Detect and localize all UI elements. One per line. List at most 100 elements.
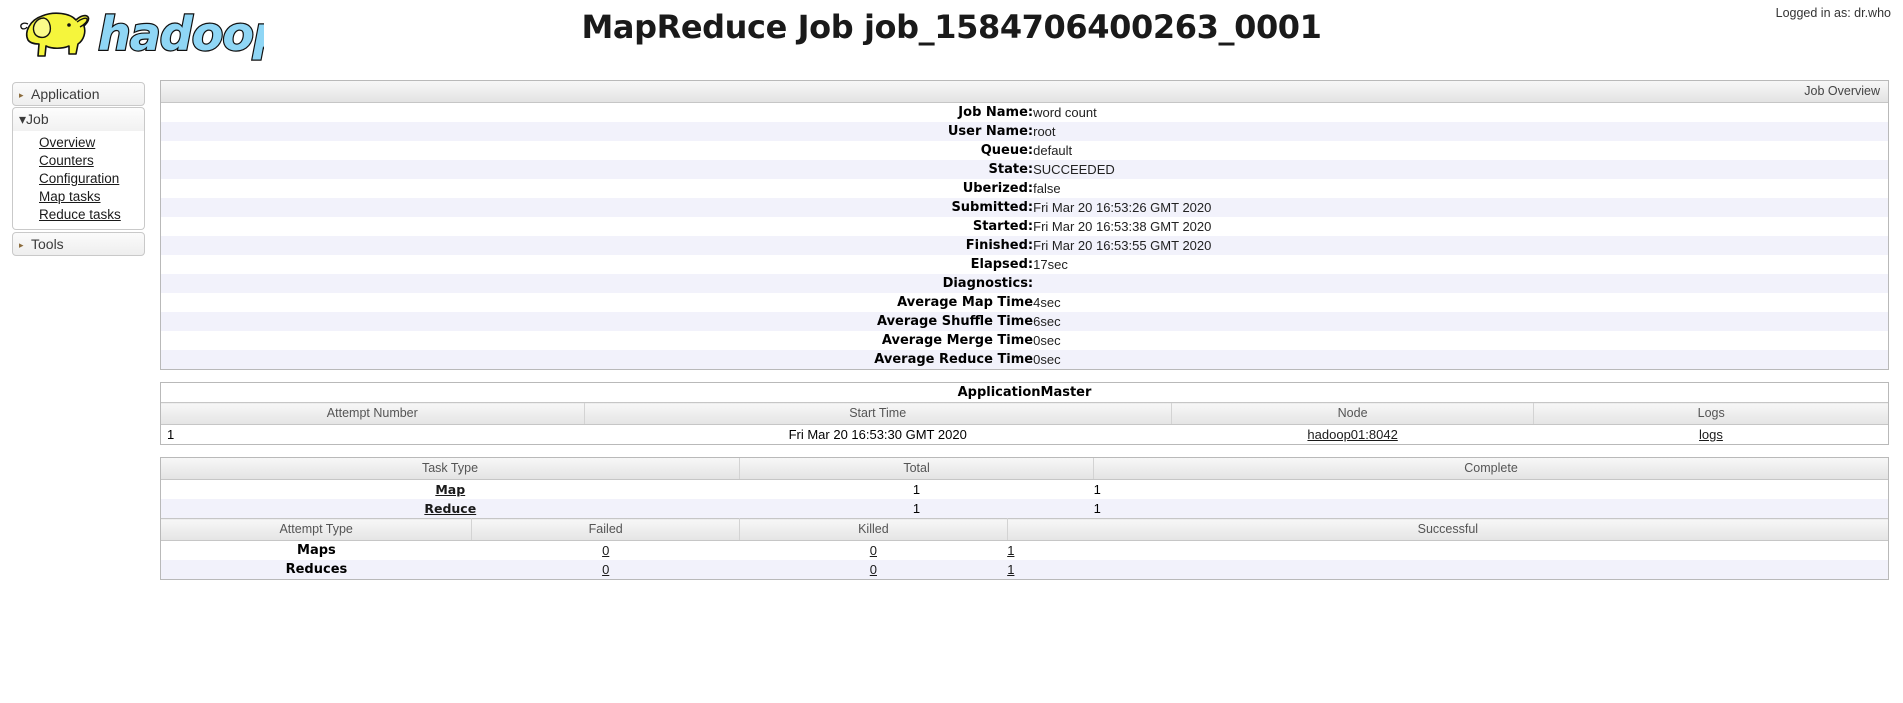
table-row: Queue: default bbox=[161, 141, 1888, 160]
chevron-down-icon: ▾ bbox=[19, 111, 27, 127]
maps-killed-link[interactable]: 0 bbox=[870, 543, 877, 558]
chevron-right-icon: ▸ bbox=[19, 240, 24, 250]
column-header-task-type: Task Type bbox=[161, 458, 741, 480]
row-key: Average Map Time bbox=[897, 295, 1034, 310]
table-row: Average Map Time 4sec bbox=[161, 293, 1888, 312]
row-key: Elapsed: bbox=[970, 257, 1034, 272]
attempt-summary-table: Attempt Type Failed Killed Successful Ma… bbox=[161, 518, 1888, 579]
column-header-failed: Failed bbox=[471, 518, 741, 541]
row-key: Queue: bbox=[980, 143, 1034, 158]
main-content: Job Overview Job Name: word count User N… bbox=[160, 80, 1889, 592]
map-tasks-link[interactable]: Map bbox=[435, 482, 465, 497]
table-caption-row: ApplicationMaster bbox=[161, 383, 1888, 403]
cell-successful: 1 bbox=[1007, 541, 1888, 561]
table-row: Elapsed: 17sec bbox=[161, 255, 1888, 274]
page-header: hadoop MapReduce Job job_1584706400263_0… bbox=[0, 0, 1903, 72]
row-value: SUCCEEDED bbox=[1033, 162, 1115, 177]
column-header-logs: Logs bbox=[1533, 402, 1888, 425]
node-link[interactable]: hadoop01:8042 bbox=[1307, 427, 1397, 442]
sidebar-section-tools[interactable]: ▸ Tools bbox=[12, 232, 145, 256]
cell-complete: 1 bbox=[1093, 501, 1101, 516]
sidebar-section-job-label: Job bbox=[26, 111, 49, 127]
row-key: Uberized: bbox=[962, 181, 1034, 196]
cell-killed: 0 bbox=[740, 541, 1008, 561]
row-key: Diagnostics: bbox=[942, 276, 1034, 291]
cell-killed: 0 bbox=[740, 560, 1008, 579]
row-value: 17sec bbox=[1033, 257, 1068, 272]
table-row: Average Shuffle Time 6sec bbox=[161, 312, 1888, 331]
cell-complete: 1 bbox=[1093, 482, 1101, 497]
row-value: Fri Mar 20 16:53:26 GMT 2020 bbox=[1033, 200, 1212, 215]
row-key: Finished: bbox=[965, 238, 1034, 253]
sidebar-section-tools-label: Tools bbox=[31, 236, 64, 252]
sidebar-section-application[interactable]: ▸ Application bbox=[12, 82, 145, 106]
sidebar-job-links: Overview Counters Configuration Map task… bbox=[12, 131, 145, 230]
table-row: Average Reduce Time 0sec bbox=[161, 350, 1888, 369]
job-overview-table: Job Name: word count User Name: root Que… bbox=[161, 103, 1888, 369]
logs-link[interactable]: logs bbox=[1699, 427, 1723, 442]
column-header-total: Total bbox=[739, 458, 1095, 480]
table-row: Uberized: false bbox=[161, 179, 1888, 198]
cell-total: 1 bbox=[912, 501, 921, 516]
row-value: 0sec bbox=[1033, 333, 1061, 348]
row-key: Submitted: bbox=[951, 200, 1034, 215]
row-value: 4sec bbox=[1033, 295, 1061, 310]
cell-logs: logs bbox=[1534, 425, 1888, 445]
table-row: Map 1 1 bbox=[161, 479, 1888, 499]
row-key: Started: bbox=[972, 219, 1034, 234]
reduce-tasks-link[interactable]: Reduce bbox=[424, 501, 476, 516]
row-key: Average Shuffle Time bbox=[876, 314, 1034, 329]
row-value: Fri Mar 20 16:53:55 GMT 2020 bbox=[1033, 238, 1212, 253]
table-row: Finished: Fri Mar 20 16:53:55 GMT 2020 bbox=[161, 236, 1888, 255]
row-value: 0sec bbox=[1033, 352, 1061, 367]
maps-failed-link[interactable]: 0 bbox=[602, 543, 609, 558]
row-value: default bbox=[1033, 143, 1073, 158]
column-header-attempt-type: Attempt Type bbox=[161, 518, 473, 541]
sidebar-item-counters[interactable]: Counters bbox=[13, 152, 144, 170]
sidebar-item-configuration[interactable]: Configuration bbox=[13, 170, 144, 188]
row-key: Job Name: bbox=[958, 105, 1034, 120]
row-key: Average Merge Time bbox=[881, 333, 1034, 348]
table-row: Submitted: Fri Mar 20 16:53:26 GMT 2020 bbox=[161, 198, 1888, 217]
task-summary-table: Task Type Total Complete Map 1 1 Reduce bbox=[161, 458, 1888, 518]
reduces-failed-link[interactable]: 0 bbox=[602, 562, 609, 577]
sidebar-item-overview[interactable]: Overview bbox=[13, 134, 144, 152]
table-row: 1 Fri Mar 20 16:53:30 GMT 2020 hadoop01:… bbox=[161, 424, 1888, 445]
cell-start-time: Fri Mar 20 16:53:30 GMT 2020 bbox=[788, 427, 967, 442]
column-header-attempt-number: Attempt Number bbox=[161, 402, 585, 425]
table-row: Job Name: word count bbox=[161, 103, 1888, 122]
chevron-right-icon: ▸ bbox=[19, 90, 24, 100]
row-key: User Name: bbox=[947, 124, 1034, 139]
table-header-row: Attempt Type Failed Killed Successful bbox=[161, 518, 1888, 541]
cell-task-type: Reduce bbox=[161, 499, 740, 518]
row-key: Average Reduce Time bbox=[874, 352, 1034, 367]
table-row: User Name: root bbox=[161, 122, 1888, 141]
cell-attempt-type: Maps bbox=[297, 543, 336, 558]
sidebar-nav: ▸ Application ▾Job Overview Counters Conf… bbox=[12, 82, 145, 257]
cell-failed: 0 bbox=[472, 560, 740, 579]
page-title: MapReduce Job job_1584706400263_0001 bbox=[581, 8, 1322, 46]
sidebar-item-reduce-tasks[interactable]: Reduce tasks bbox=[13, 206, 144, 224]
cell-total: 1 bbox=[912, 482, 921, 497]
table-row: Average Merge Time 0sec bbox=[161, 331, 1888, 350]
application-master-table: ApplicationMaster Attempt Number Start T… bbox=[161, 383, 1888, 444]
column-header-killed: Killed bbox=[739, 518, 1008, 541]
cell-attempt-type: Reduces bbox=[285, 562, 348, 577]
table-row: Diagnostics: bbox=[161, 274, 1888, 293]
table-row: State: SUCCEEDED bbox=[161, 160, 1888, 179]
column-header-start-time: Start Time bbox=[584, 402, 1172, 425]
column-header-node: Node bbox=[1171, 402, 1535, 425]
table-header-row: Attempt Number Start Time Node Logs bbox=[161, 402, 1888, 425]
table-row: Reduces 0 0 1 bbox=[161, 560, 1888, 579]
sidebar-section-application-label: Application bbox=[31, 86, 100, 102]
reduces-successful-link[interactable]: 1 bbox=[1007, 562, 1014, 577]
sidebar-item-map-tasks[interactable]: Map tasks bbox=[13, 188, 144, 206]
table-row: Maps 0 0 1 bbox=[161, 540, 1888, 561]
task-summary-panel: Task Type Total Complete Map 1 1 Reduce bbox=[160, 457, 1889, 580]
application-master-caption: ApplicationMaster bbox=[161, 383, 1888, 403]
row-value: 6sec bbox=[1033, 314, 1061, 329]
maps-successful-link[interactable]: 1 bbox=[1007, 543, 1014, 558]
sidebar-section-job[interactable]: ▾Job bbox=[12, 107, 145, 131]
row-value: word count bbox=[1033, 105, 1097, 120]
reduces-killed-link[interactable]: 0 bbox=[870, 562, 877, 577]
